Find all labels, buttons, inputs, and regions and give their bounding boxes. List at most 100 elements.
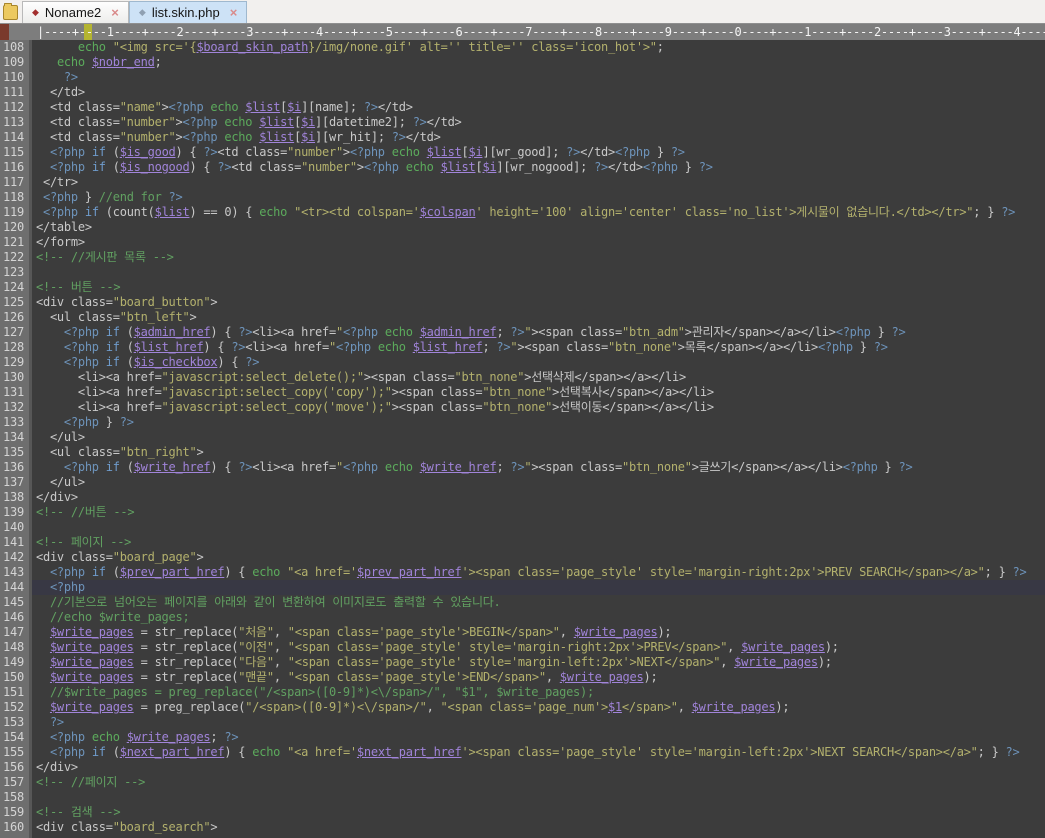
line-number: 116 bbox=[0, 160, 32, 175]
code-text: <!-- 검색 --> bbox=[32, 805, 1045, 820]
line-number: 158 bbox=[0, 790, 32, 805]
code-line: 144 <?php bbox=[0, 580, 1045, 595]
code-text: <?php if ($is_nogood) { ?><td class="num… bbox=[32, 160, 1045, 175]
code-text: ?> bbox=[32, 715, 1045, 730]
code-line: 148 $write_pages = str_replace("이전", "<s… bbox=[0, 640, 1045, 655]
code-text bbox=[32, 520, 1045, 535]
code-text: </div> bbox=[32, 760, 1045, 775]
code-text: <ul class="btn_right"> bbox=[32, 445, 1045, 460]
code-line: 112 <td class="name"><?php echo $list[$i… bbox=[0, 100, 1045, 115]
code-line: 125<div class="board_button"> bbox=[0, 295, 1045, 310]
code-text: $write_pages = preg_replace("/<span>([0-… bbox=[32, 700, 1045, 715]
line-number: 115 bbox=[0, 145, 32, 160]
close-icon[interactable]: × bbox=[111, 6, 119, 19]
code-line: 153 ?> bbox=[0, 715, 1045, 730]
line-number: 136 bbox=[0, 460, 32, 475]
line-number: 110 bbox=[0, 70, 32, 85]
code-text: <?php if ($admin_href) { ?><li><a href="… bbox=[32, 325, 1045, 340]
code-line: 128 <?php if ($list_href) { ?><li><a hre… bbox=[0, 340, 1045, 355]
code-line: 132 <li><a href="javascript:select_copy(… bbox=[0, 400, 1045, 415]
code-text: <!-- //버튼 --> bbox=[32, 505, 1045, 520]
line-number: 157 bbox=[0, 775, 32, 790]
line-number: 120 bbox=[0, 220, 32, 235]
code-line: 137 </ul> bbox=[0, 475, 1045, 490]
code-line: 135 <ul class="btn_right"> bbox=[0, 445, 1045, 460]
code-line: 152 $write_pages = preg_replace("/<span>… bbox=[0, 700, 1045, 715]
line-number: 114 bbox=[0, 130, 32, 145]
code-line: 145 //기본으로 넘어오는 페이지를 아래와 같이 변환하여 이미지로도 출… bbox=[0, 595, 1045, 610]
code-line: 155 <?php if ($next_part_href) { echo "<… bbox=[0, 745, 1045, 760]
code-line: 159<!-- 검색 --> bbox=[0, 805, 1045, 820]
tab-list-skin-php[interactable]: ◆ list.skin.php × bbox=[129, 1, 247, 23]
code-text: echo "<img src='{$board_skin_path}/img/n… bbox=[32, 40, 1045, 55]
code-text: <!-- 페이지 --> bbox=[32, 535, 1045, 550]
code-line: 140 bbox=[0, 520, 1045, 535]
code-text: <!-- //페이지 --> bbox=[32, 775, 1045, 790]
line-number: 139 bbox=[0, 505, 32, 520]
line-number: 118 bbox=[0, 190, 32, 205]
code-line: 122<!-- //게시판 목록 --> bbox=[0, 250, 1045, 265]
code-text: <?php if ($next_part_href) { echo "<a hr… bbox=[32, 745, 1045, 760]
line-number: 160 bbox=[0, 820, 32, 835]
code-line: 119 <?php if (count($list) == 0) { echo … bbox=[0, 205, 1045, 220]
close-icon[interactable]: × bbox=[230, 6, 238, 19]
line-number: 130 bbox=[0, 370, 32, 385]
code-line: 147 $write_pages = str_replace("처음", "<s… bbox=[0, 625, 1045, 640]
code-line: 156</div> bbox=[0, 760, 1045, 775]
code-text: <?php if ($prev_part_href) { echo "<a hr… bbox=[32, 565, 1045, 580]
line-number: 143 bbox=[0, 565, 32, 580]
code-line: 126 <ul class="btn_left"> bbox=[0, 310, 1045, 325]
code-editor[interactable]: 108 echo "<img src='{$board_skin_path}/i… bbox=[0, 40, 1045, 838]
code-text: <li><a href="javascript:select_copy('cop… bbox=[32, 385, 1045, 400]
code-text: </tr> bbox=[32, 175, 1045, 190]
code-line: 143 <?php if ($prev_part_href) { echo "<… bbox=[0, 565, 1045, 580]
code-text: <div class="board_page"> bbox=[32, 550, 1045, 565]
code-line: 111 </td> bbox=[0, 85, 1045, 100]
code-text bbox=[32, 790, 1045, 805]
line-number: 154 bbox=[0, 730, 32, 745]
code-line: 151 //$write_pages = preg_replace("/<spa… bbox=[0, 685, 1045, 700]
code-text: <?php echo $write_pages; ?> bbox=[32, 730, 1045, 745]
code-text: <?php bbox=[32, 580, 1045, 595]
line-number: 121 bbox=[0, 235, 32, 250]
code-text: <td class="number"><?php echo $list[$i][… bbox=[32, 130, 1045, 145]
code-text: <td class="name"><?php echo $list[$i][na… bbox=[32, 100, 1045, 115]
line-number: 141 bbox=[0, 535, 32, 550]
folder-icon[interactable] bbox=[3, 5, 18, 20]
code-line: 131 <li><a href="javascript:select_copy(… bbox=[0, 385, 1045, 400]
code-text: <?php if ($write_href) { ?><li><a href="… bbox=[32, 460, 1045, 475]
code-text: </form> bbox=[32, 235, 1045, 250]
code-text: <!-- 버튼 --> bbox=[32, 280, 1045, 295]
line-number: 112 bbox=[0, 100, 32, 115]
line-number: 125 bbox=[0, 295, 32, 310]
line-number: 122 bbox=[0, 250, 32, 265]
line-number: 133 bbox=[0, 415, 32, 430]
code-line: 136 <?php if ($write_href) { ?><li><a hr… bbox=[0, 460, 1045, 475]
code-text: <?php if (count($list) == 0) { echo "<tr… bbox=[32, 205, 1045, 220]
code-line: 115 <?php if ($is_good) { ?><td class="n… bbox=[0, 145, 1045, 160]
code-text: echo $nobr_end; bbox=[32, 55, 1045, 70]
code-text: <?php } ?> bbox=[32, 415, 1045, 430]
line-number: 126 bbox=[0, 310, 32, 325]
ruler-left-marker bbox=[0, 24, 9, 40]
code-line: 120</table> bbox=[0, 220, 1045, 235]
code-line: 133 <?php } ?> bbox=[0, 415, 1045, 430]
code-text: <div class="board_search"> bbox=[32, 820, 1045, 835]
code-text: ?> bbox=[32, 70, 1045, 85]
line-number: 152 bbox=[0, 700, 32, 715]
line-number: 145 bbox=[0, 595, 32, 610]
code-text: <ul class="btn_left"> bbox=[32, 310, 1045, 325]
code-line: 138</div> bbox=[0, 490, 1045, 505]
tab-noname2[interactable]: ◆ Noname2 × bbox=[22, 1, 129, 23]
line-number: 129 bbox=[0, 355, 32, 370]
line-number: 151 bbox=[0, 685, 32, 700]
code-line: 130 <li><a href="javascript:select_delet… bbox=[0, 370, 1045, 385]
line-number: 138 bbox=[0, 490, 32, 505]
line-number: 140 bbox=[0, 520, 32, 535]
code-text: <div class="board_button"> bbox=[32, 295, 1045, 310]
code-line: 154 <?php echo $write_pages; ?> bbox=[0, 730, 1045, 745]
code-line: 158 bbox=[0, 790, 1045, 805]
code-text: <td class="number"><?php echo $list[$i][… bbox=[32, 115, 1045, 130]
line-number: 127 bbox=[0, 325, 32, 340]
code-line: 149 $write_pages = str_replace("다음", "<s… bbox=[0, 655, 1045, 670]
